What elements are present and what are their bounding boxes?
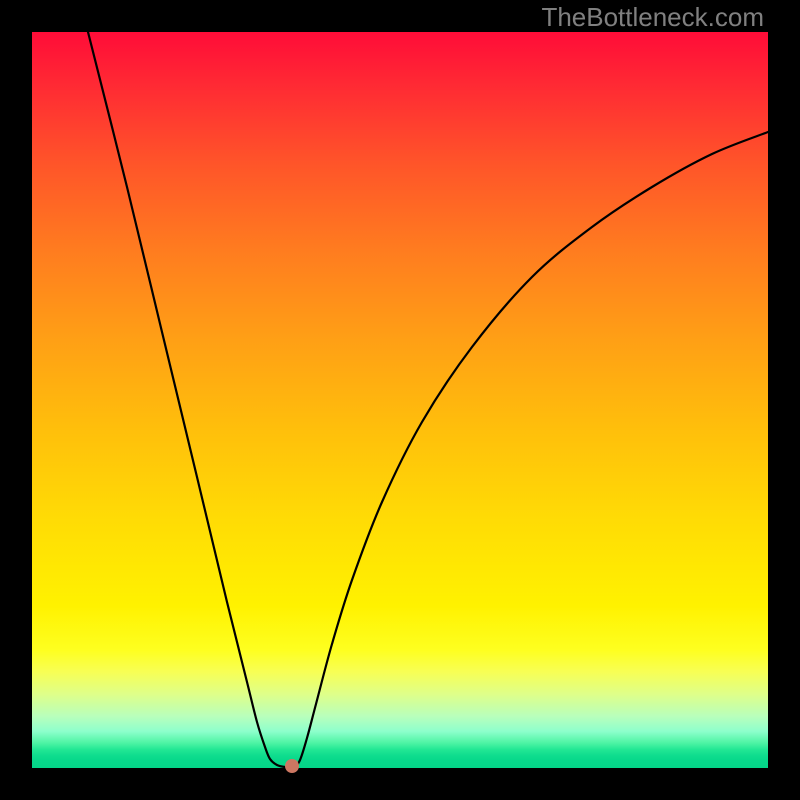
bottleneck-curve <box>32 32 768 768</box>
optimum-marker <box>285 759 299 773</box>
watermark-text: TheBottleneck.com <box>541 2 764 33</box>
